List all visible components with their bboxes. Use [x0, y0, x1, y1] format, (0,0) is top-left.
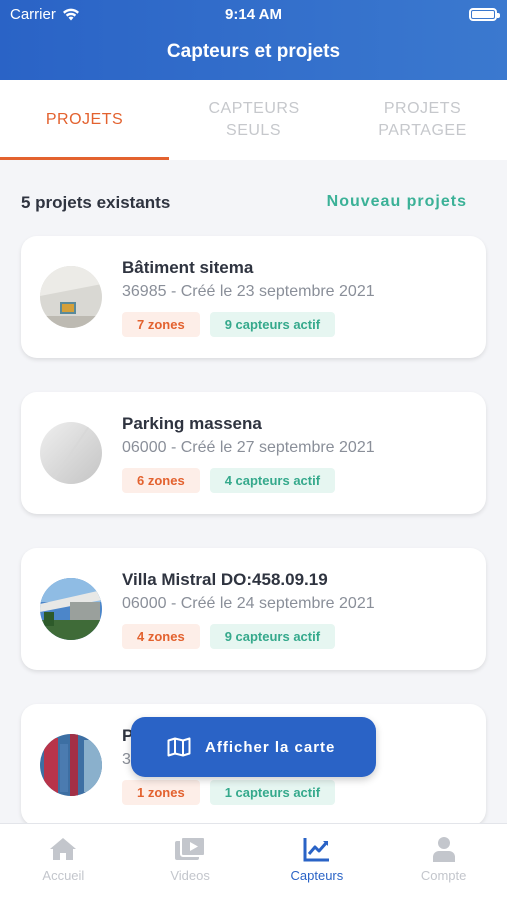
project-avatar [40, 266, 102, 328]
map-icon [167, 737, 191, 757]
project-card[interactable]: Parking massena 06000 - Créé le 27 septe… [21, 392, 486, 514]
sensors-badge: 4 capteurs actif [209, 468, 336, 493]
chart-icon [303, 838, 329, 862]
project-name: Parking massena [122, 414, 262, 433]
status-time: 9:14 AM [225, 6, 282, 23]
tabbar-item-compte[interactable]: Compte [380, 824, 507, 900]
project-avatar [40, 578, 102, 640]
status-bar: Carrier 9:14 AM [0, 6, 507, 24]
new-project-link[interactable]: Nouveau projets [327, 193, 467, 211]
battery-icon [469, 8, 500, 21]
tab-capteurs-seuls[interactable]: CAPTEURS SEULS [169, 80, 338, 160]
project-subtitle: 06000 - Créé le 24 septembre 2021 [122, 595, 375, 612]
show-map-button[interactable]: Afficher la carte [131, 717, 376, 777]
project-name: Villa Mistral DO:458.09.19 [122, 570, 328, 589]
sensors-badge: 9 capteurs actif [209, 312, 336, 337]
project-subtitle: 06000 - Créé le 27 septembre 2021 [122, 439, 375, 456]
zones-badge: 7 zones [122, 312, 200, 337]
app-header: Carrier 9:14 AM Capteurs et projets [0, 0, 507, 80]
tabbar-item-accueil[interactable]: Accueil [0, 824, 127, 900]
tab-projets[interactable]: PROJETS [0, 80, 169, 160]
tabbar-item-videos[interactable]: Videos [127, 824, 254, 900]
sensors-badge: 9 capteurs actif [209, 624, 336, 649]
zones-badge: 6 zones [122, 468, 200, 493]
show-map-label: Afficher la carte [205, 738, 336, 756]
project-subtitle: 36985 - Créé le 23 septembre 2021 [122, 283, 375, 300]
zones-badge: 1 zones [122, 780, 200, 805]
project-count: 5 projets existants [21, 193, 171, 212]
videos-icon [175, 836, 207, 860]
project-avatar [40, 422, 102, 484]
project-card[interactable]: Villa Mistral DO:458.09.19 06000 - Créé … [21, 548, 486, 670]
zones-badge: 4 zones [122, 624, 200, 649]
project-card[interactable]: Bâtiment sitema 36985 - Créé le 23 septe… [21, 236, 486, 358]
sensors-badge: 1 capteurs actif [209, 780, 336, 805]
tabbar-item-capteurs[interactable]: Capteurs [254, 824, 381, 900]
home-icon [50, 838, 77, 860]
project-avatar [40, 734, 102, 796]
bottom-tab-bar: Accueil Videos Capteurs Compte [0, 823, 507, 900]
page-title: Capteurs et projets [166, 41, 341, 62]
project-name: Bâtiment sitema [122, 258, 254, 277]
segment-tabs: PROJETS CAPTEURS SEULS PROJETS PARTAGEE [0, 80, 507, 160]
user-icon [432, 837, 455, 862]
project-subtitle: 3 [122, 751, 131, 768]
tab-projets-partagee[interactable]: PROJETS PARTAGEE [338, 80, 507, 160]
